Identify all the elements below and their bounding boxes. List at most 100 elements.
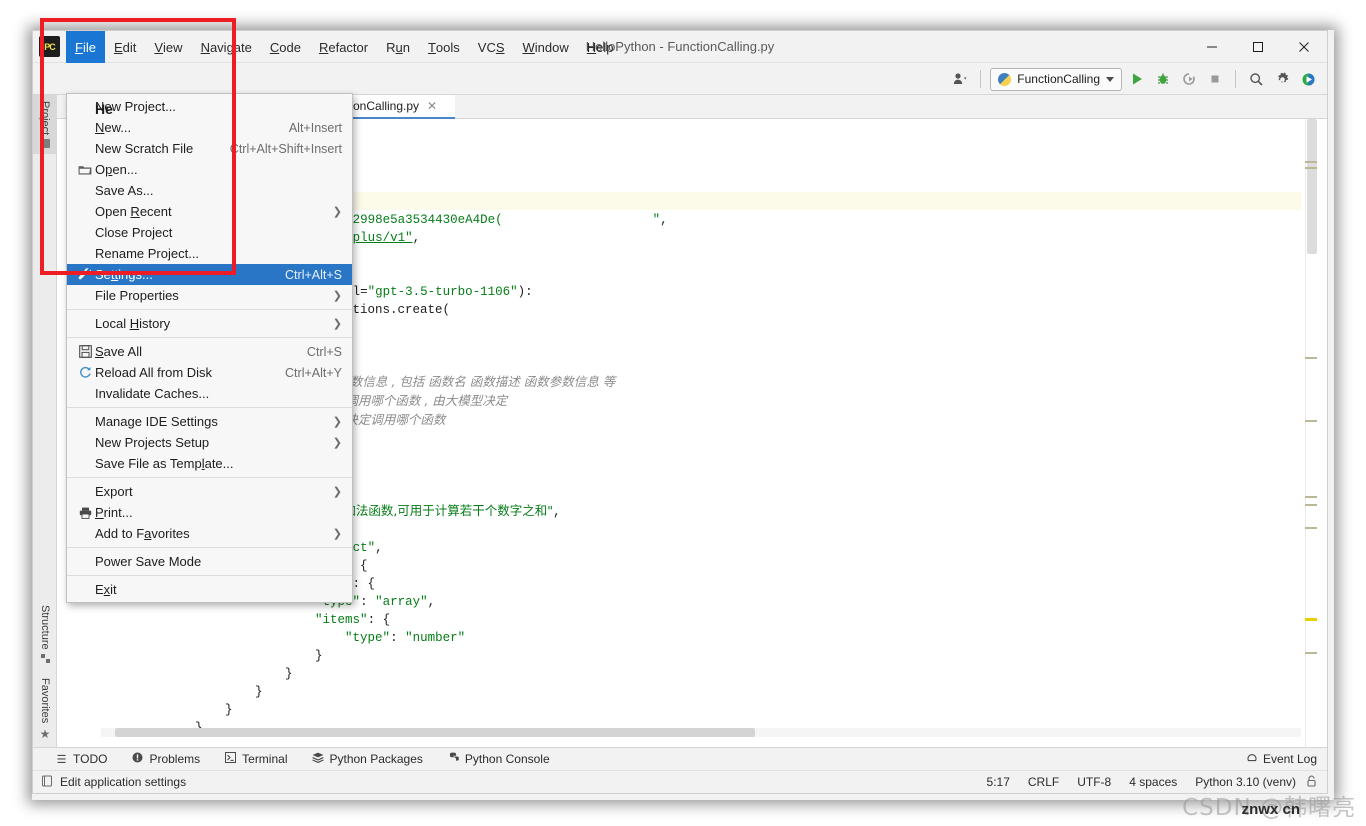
watermark-overlay: znwx cn bbox=[1241, 801, 1300, 818]
editor-tab-functioncalling[interactable]: onCalling.py ✕ bbox=[343, 95, 455, 119]
tool-window-label: Python Packages bbox=[329, 752, 423, 766]
sidebar-item-favorites[interactable]: Favorites ★ bbox=[33, 672, 57, 747]
menu-vcs[interactable]: VC S bbox=[469, 31, 514, 63]
run-configuration-selector[interactable]: FunctionCalling bbox=[990, 67, 1122, 91]
caret-position[interactable]: 5:17 bbox=[987, 775, 1010, 789]
menu-item-close-project[interactable]: Close Project bbox=[67, 222, 352, 243]
menu-item-new[interactable]: New... Alt+Insert bbox=[67, 117, 352, 138]
menu-item-label: Invalidate Caches... bbox=[95, 386, 210, 401]
toolbar-separator bbox=[980, 70, 982, 88]
menu-item-print[interactable]: Print... bbox=[67, 502, 352, 523]
project-label: Project bbox=[39, 101, 51, 136]
menu-separator bbox=[67, 407, 352, 408]
toolbar-separator-2 bbox=[1235, 70, 1236, 88]
vertical-scroll-thumb[interactable] bbox=[1307, 119, 1317, 254]
chevron-right-icon: ❯ bbox=[332, 290, 342, 302]
menu-item-label: File Properties bbox=[95, 288, 179, 303]
project-icon bbox=[40, 139, 50, 149]
sidebar-item-project[interactable]: Project bbox=[33, 95, 57, 155]
menu-separator bbox=[67, 309, 352, 310]
menu-item-label: Export bbox=[95, 484, 133, 499]
file-encoding[interactable]: UTF-8 bbox=[1077, 775, 1111, 789]
debug-icon[interactable] bbox=[1152, 68, 1174, 90]
tool-window-terminal[interactable]: Terminal bbox=[212, 752, 299, 766]
menu-item-invalidate-caches[interactable]: Invalidate Caches... bbox=[67, 383, 352, 404]
tab-label: onCalling.py bbox=[353, 99, 420, 113]
horizontal-scroll-thumb[interactable] bbox=[115, 728, 755, 737]
hidden-project-label: He bbox=[95, 101, 113, 117]
scrollbar-marker-warning bbox=[1305, 618, 1317, 621]
line-separator[interactable]: CRLF bbox=[1028, 775, 1059, 789]
tool-window-python-console[interactable]: Python Console bbox=[435, 752, 562, 766]
menu-item-local-history[interactable]: Local History ❯ bbox=[67, 313, 352, 334]
menu-item-label: Local History bbox=[95, 316, 171, 331]
menu-item-open[interactable]: Open... bbox=[67, 159, 352, 180]
event-log-button[interactable]: Event Log bbox=[1246, 752, 1317, 767]
folder-icon bbox=[75, 164, 95, 176]
menu-tools[interactable]: Tools bbox=[419, 31, 469, 63]
indent-setting[interactable]: 4 spaces bbox=[1129, 775, 1177, 789]
minimize-button[interactable] bbox=[1189, 31, 1235, 63]
menu-item-rename-project[interactable]: Rename Project... bbox=[67, 243, 352, 264]
python-interpreter[interactable]: Python 3.10 (venv) bbox=[1195, 775, 1296, 789]
menu-item-label: Save File as Template... bbox=[95, 456, 234, 471]
menu-window[interactable]: Window bbox=[514, 31, 578, 63]
menu-item-reload-all-from-disk[interactable]: Reload All from Disk Ctrl+Alt+Y bbox=[67, 362, 352, 383]
menu-separator bbox=[67, 547, 352, 548]
menu-item-new-scratch-file[interactable]: New Scratch File Ctrl+Alt+Shift+Insert bbox=[67, 138, 352, 159]
menu-item-label: Power Save Mode bbox=[95, 554, 202, 569]
wrench-icon bbox=[75, 268, 95, 281]
menu-item-save-as[interactable]: Save As... bbox=[67, 180, 352, 201]
close-icon[interactable]: ✕ bbox=[427, 99, 437, 113]
scrollbar-marker bbox=[1305, 161, 1317, 163]
chevron-right-icon: ❯ bbox=[332, 486, 342, 498]
menu-run[interactable]: Run bbox=[377, 31, 419, 63]
menu-item-save-file-as-template[interactable]: Save File as Template... bbox=[67, 453, 352, 474]
tool-window-label: TODO bbox=[73, 752, 108, 766]
menu-item-new-projects-setup[interactable]: New Projects Setup ❯ bbox=[67, 432, 352, 453]
menu-code[interactable]: Code bbox=[261, 31, 310, 63]
tool-window-label: Problems bbox=[149, 752, 201, 766]
menu-item-shortcut: Ctrl+Alt+Shift+Insert bbox=[229, 141, 342, 156]
tool-window-bar: ☰ TODO Problems Terminal Python Packages… bbox=[33, 747, 1327, 770]
stop-icon[interactable] bbox=[1204, 68, 1226, 90]
menu-separator bbox=[67, 575, 352, 576]
tool-window-todo[interactable]: ☰ TODO bbox=[43, 752, 119, 766]
menu-item-save-all[interactable]: Save All Ctrl+S bbox=[67, 341, 352, 362]
rerun-coverage-icon[interactable] bbox=[1178, 68, 1200, 90]
close-button[interactable] bbox=[1281, 31, 1327, 63]
menu-item-power-save-mode[interactable]: Power Save Mode bbox=[67, 551, 352, 572]
menu-item-settings[interactable]: Settings... Ctrl+Alt+S bbox=[67, 264, 352, 285]
scrollbar-marker bbox=[1305, 357, 1317, 359]
horizontal-scrollbar[interactable] bbox=[101, 728, 1301, 737]
menu-item-add-to-favorites[interactable]: Add to Favorites ❯ bbox=[67, 523, 352, 544]
title-bar: HelloPython - FunctionCalling.py PC File… bbox=[33, 31, 1327, 63]
file-menu-dropdown[interactable]: New Project... New... Alt+Insert New Scr… bbox=[66, 93, 353, 603]
bell-icon bbox=[1246, 752, 1258, 767]
menu-file[interactable]: File bbox=[66, 31, 105, 63]
menu-item-manage-ide-settings[interactable]: Manage IDE Settings ❯ bbox=[67, 411, 352, 432]
menu-help[interactable]: Help bbox=[578, 31, 623, 63]
menu-refactor[interactable]: Refactor bbox=[310, 31, 377, 63]
menu-navigate[interactable]: Navigate bbox=[192, 31, 261, 63]
python-console-icon bbox=[447, 752, 460, 766]
menu-item-file-properties[interactable]: File Properties ❯ bbox=[67, 285, 352, 306]
search-icon[interactable] bbox=[1245, 68, 1267, 90]
pycharm-logo-text: PC bbox=[44, 41, 55, 52]
menu-edit[interactable]: Edit bbox=[105, 31, 145, 63]
menu-item-export[interactable]: Export ❯ bbox=[67, 481, 352, 502]
menu-item-label: Settings... bbox=[95, 267, 153, 282]
tool-window-python-packages[interactable]: Python Packages bbox=[300, 752, 435, 766]
account-icon[interactable] bbox=[949, 68, 971, 90]
run-icon[interactable] bbox=[1126, 68, 1148, 90]
maximize-button[interactable] bbox=[1235, 31, 1281, 63]
scrollbar-marker bbox=[1305, 504, 1317, 506]
menu-view[interactable]: View bbox=[145, 31, 191, 63]
menu-item-open-recent[interactable]: Open Recent ❯ bbox=[67, 201, 352, 222]
sidebar-item-structure[interactable]: Structure bbox=[33, 599, 57, 669]
ai-assistant-icon[interactable] bbox=[1297, 68, 1319, 90]
tool-window-problems[interactable]: Problems bbox=[119, 752, 212, 766]
status-message-group: Edit application settings bbox=[41, 775, 186, 790]
menu-item-exit[interactable]: Exit bbox=[67, 579, 352, 600]
gear-icon[interactable] bbox=[1271, 68, 1293, 90]
